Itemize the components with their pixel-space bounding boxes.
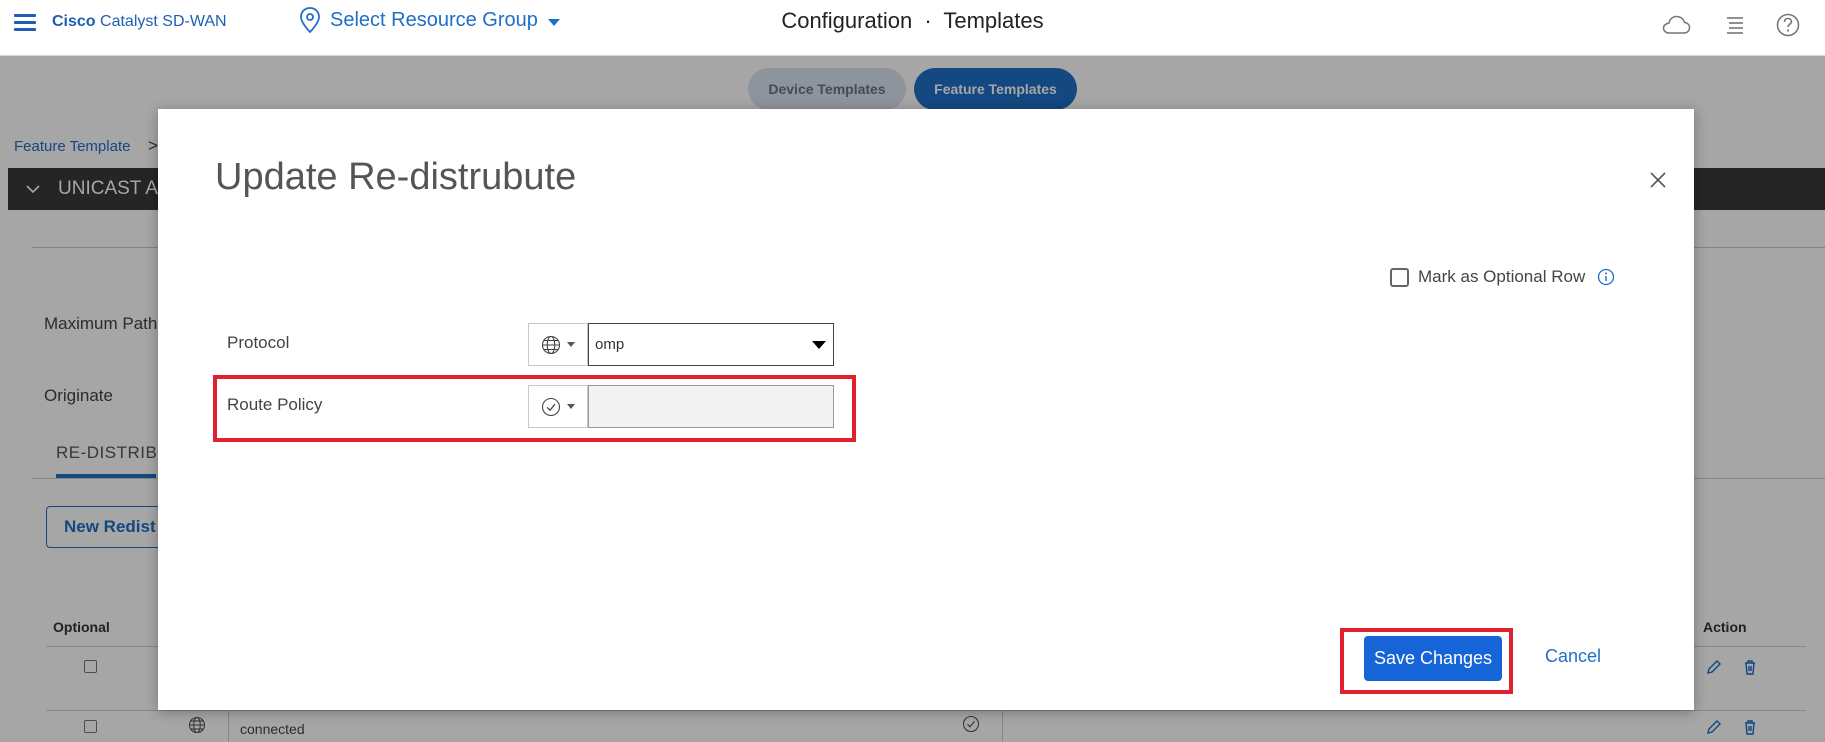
mark-optional-row-checkbox[interactable]	[1390, 267, 1409, 287]
page-title-section: Configuration	[781, 8, 913, 33]
resource-group-label: Select Resource Group	[330, 8, 538, 31]
page-title-page: Templates	[943, 8, 1044, 33]
dialog-title: Update Re-distrubute	[215, 156, 577, 198]
globe-icon	[541, 335, 561, 354]
cloud-icon[interactable]	[1661, 12, 1691, 38]
location-pin-icon	[300, 7, 320, 34]
cancel-button[interactable]: Cancel	[1545, 646, 1601, 667]
chevron-down-icon	[567, 404, 575, 409]
close-icon[interactable]	[1648, 170, 1668, 190]
info-icon[interactable]	[1597, 268, 1615, 286]
mark-optional-row-label: Mark as Optional Row	[1418, 267, 1586, 286]
help-icon[interactable]	[1773, 12, 1803, 38]
top-navigation-bar: Cisco Catalyst SD-WAN Select Resource Gr…	[0, 0, 1825, 56]
chevron-down-icon	[567, 342, 575, 347]
brand-product: Catalyst SD-WAN	[100, 13, 227, 30]
protocol-label: Protocol	[227, 333, 290, 352]
list-icon[interactable]	[1717, 12, 1747, 38]
save-changes-button[interactable]: Save Changes	[1364, 636, 1502, 681]
page-title: Configuration · Templates	[0, 8, 1825, 34]
resource-group-selector[interactable]: Select Resource Group	[298, 5, 560, 35]
page-title-separator: ·	[924, 8, 932, 33]
protocol-scope-dropdown[interactable]	[528, 323, 588, 366]
route-policy-scope-dropdown[interactable]	[528, 385, 588, 428]
protocol-selected-value: omp	[595, 336, 625, 353]
header-actions	[1661, 12, 1803, 38]
hamburger-icon[interactable]	[14, 14, 36, 32]
brand-cisco: Cisco	[52, 13, 96, 30]
mark-optional-row: Mark as Optional Row	[1390, 267, 1615, 287]
protocol-select[interactable]: omp	[588, 323, 834, 366]
chevron-down-icon	[547, 18, 560, 26]
brand-logo[interactable]: Cisco Catalyst SD-WAN	[52, 13, 227, 31]
update-redistribute-dialog: Update Re-distrubute Mark as Optional Ro…	[158, 109, 1694, 710]
chevron-down-icon	[812, 341, 826, 349]
route-policy-input[interactable]	[588, 385, 834, 428]
check-circle-icon	[541, 397, 561, 416]
route-policy-label: Route Policy	[227, 395, 323, 414]
